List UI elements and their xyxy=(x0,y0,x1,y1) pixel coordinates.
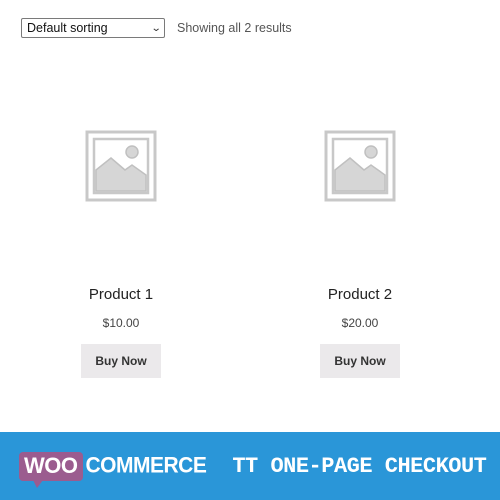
buy-now-button[interactable]: Buy Now xyxy=(320,344,400,378)
image-placeholder-icon xyxy=(324,130,396,202)
woo-logo-bubble: WOO xyxy=(19,451,83,488)
shop-toolbar: Default sorting ⌄ Showing all 2 results xyxy=(21,18,292,38)
product-title[interactable]: Product 2 xyxy=(328,286,392,303)
product-price: $20.00 xyxy=(341,316,379,330)
chevron-down-icon: ⌄ xyxy=(150,22,162,34)
result-count: Showing all 2 results xyxy=(177,21,292,35)
promo-banner: WOO COMMERCE TT ONE-PAGE CHECKOUT xyxy=(0,432,500,500)
image-placeholder-icon xyxy=(85,130,157,202)
commerce-logo-text: COMMERCE xyxy=(85,453,207,478)
buy-now-button[interactable]: Buy Now xyxy=(81,344,161,378)
product-title[interactable]: Product 1 xyxy=(89,286,153,303)
product-card: Product 2 $20.00 Buy Now xyxy=(305,130,415,378)
woocommerce-logo: WOO COMMERCE xyxy=(19,451,207,488)
product-price: $10.00 xyxy=(102,316,140,330)
product-card: Product 1 $10.00 Buy Now xyxy=(66,130,176,378)
banner-title: TT ONE-PAGE CHECKOUT xyxy=(232,453,487,479)
sorting-select[interactable]: Default sorting ⌄ xyxy=(21,18,165,38)
sorting-select-value: Default sorting xyxy=(27,21,108,35)
